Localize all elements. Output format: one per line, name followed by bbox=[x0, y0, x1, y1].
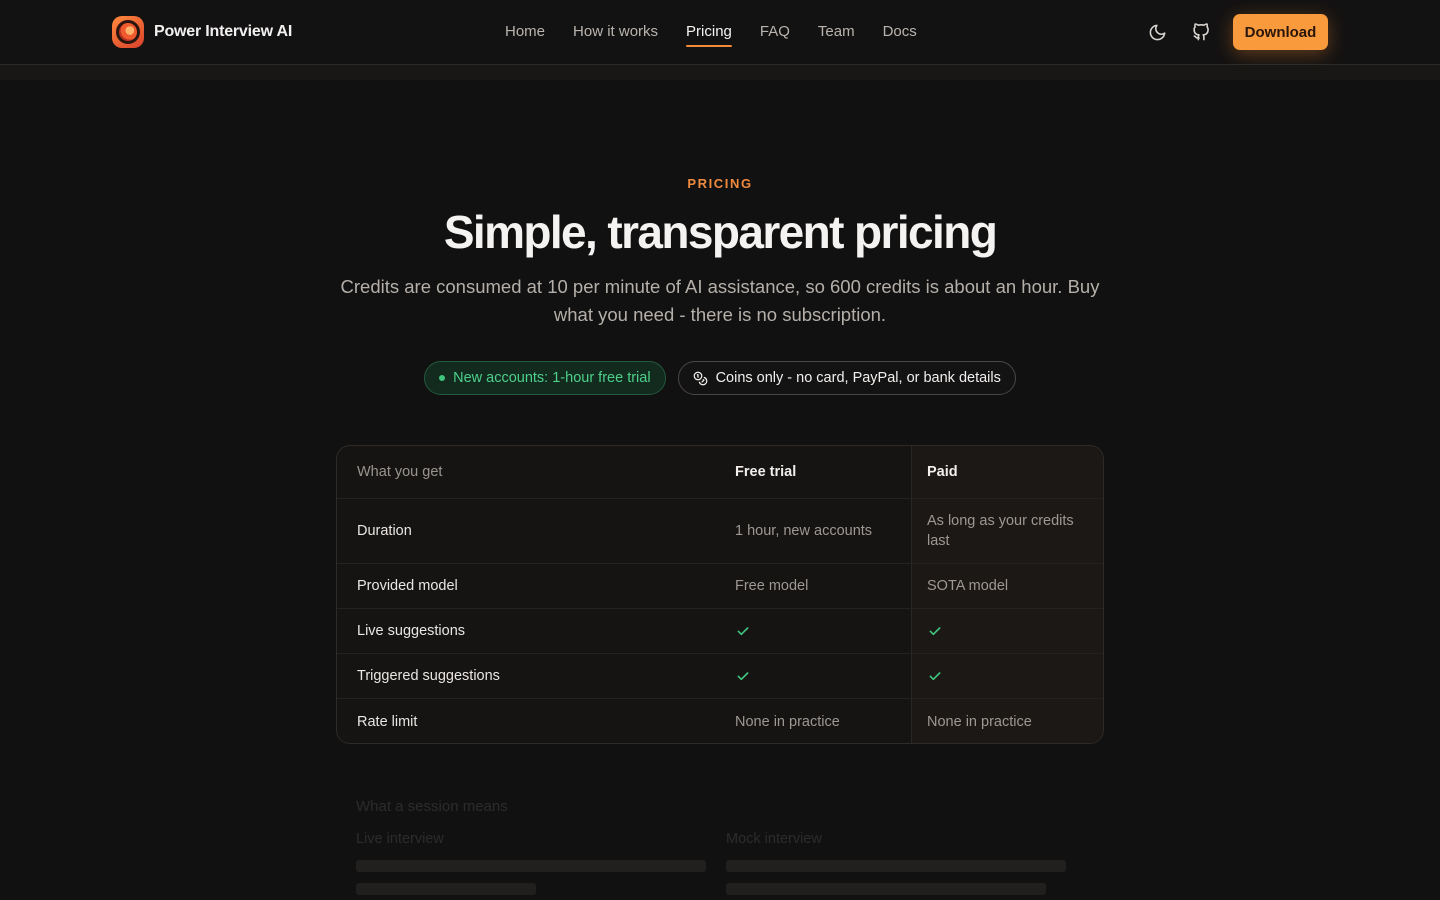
section-eyebrow: PRICING bbox=[687, 176, 753, 191]
mock-interview-heading: Mock interview bbox=[726, 831, 822, 847]
table-row: Provided model Free model SOTA model bbox=[337, 564, 1103, 609]
status-dot-icon bbox=[439, 375, 446, 381]
nav-pricing[interactable]: Pricing bbox=[686, 21, 732, 47]
free-value bbox=[735, 609, 905, 653]
moon-icon bbox=[1149, 24, 1165, 40]
coins-only-pill-label: Coins only - no card, PayPal, or bank de… bbox=[715, 370, 1001, 386]
brand-name: Power Interview AI bbox=[154, 23, 293, 40]
table-row: Live suggestions bbox=[337, 609, 1103, 654]
brand[interactable]: Power Interview AI bbox=[112, 16, 292, 48]
session-section-title: What a session means bbox=[356, 798, 508, 815]
feature-label: Provided model bbox=[357, 578, 458, 594]
check-icon bbox=[737, 627, 749, 636]
paid-value: None in practice bbox=[927, 713, 1032, 730]
faded-text-line bbox=[726, 883, 1046, 895]
faded-text-line bbox=[356, 883, 536, 895]
theme-toggle-button[interactable] bbox=[1143, 18, 1171, 46]
page-title: Simple, transparent pricing bbox=[443, 206, 998, 258]
free-value bbox=[735, 654, 905, 698]
paid-value: As long as your credits last bbox=[927, 513, 1074, 549]
nav-team[interactable]: Team bbox=[818, 21, 855, 43]
main-menu: Home How it works Pricing FAQ Team Docs bbox=[505, 21, 917, 47]
feature-label: Duration bbox=[357, 523, 412, 539]
free-trial-pill: New accounts: 1-hour free trial bbox=[424, 361, 666, 395]
coins-icon bbox=[693, 371, 707, 385]
table-row: Triggered suggestions bbox=[337, 654, 1103, 699]
nav-docs[interactable]: Docs bbox=[883, 21, 917, 43]
paid-value bbox=[927, 654, 1097, 698]
faded-text-line bbox=[726, 860, 1066, 872]
live-interview-heading: Live interview bbox=[356, 831, 444, 847]
free-trial-pill-label: New accounts: 1-hour free trial bbox=[453, 370, 651, 386]
paid-value: SOTA model bbox=[927, 578, 1009, 594]
github-button[interactable] bbox=[1187, 18, 1215, 46]
faded-text-line bbox=[356, 860, 706, 872]
feature-label: Rate limit bbox=[357, 713, 418, 730]
check-icon bbox=[929, 627, 941, 636]
nav-shadow-strip bbox=[0, 65, 1440, 80]
check-icon bbox=[929, 672, 941, 681]
free-value: None in practice bbox=[735, 713, 840, 730]
page-subtitle: Credits are consumed at 10 per minute of… bbox=[340, 276, 1100, 325]
free-value: Free model bbox=[735, 578, 809, 594]
nav-home[interactable]: Home bbox=[505, 21, 545, 43]
brand-logo-icon bbox=[112, 16, 144, 48]
download-button[interactable]: Download bbox=[1233, 14, 1328, 50]
nav-faq[interactable]: FAQ bbox=[760, 21, 790, 43]
info-pills: New accounts: 1-hour free trial Coins on… bbox=[0, 361, 1440, 395]
feature-label: Live suggestions bbox=[357, 623, 466, 639]
header-what-you-get: What you get bbox=[357, 464, 443, 480]
table-row: Rate limit None in practice None in prac… bbox=[337, 699, 1103, 743]
nav-how-it-works[interactable]: How it works bbox=[573, 21, 658, 43]
github-icon bbox=[1192, 22, 1209, 40]
table-header-row: What you get Free trial Paid bbox=[337, 446, 1103, 499]
check-icon bbox=[737, 672, 749, 681]
feature-label: Triggered suggestions bbox=[357, 668, 500, 684]
pricing-comparison-table: What you get Free trial Paid Duration 1 … bbox=[336, 445, 1104, 744]
header-paid: Paid bbox=[927, 464, 958, 480]
free-value: 1 hour, new accounts bbox=[735, 523, 873, 539]
top-nav: Power Interview AI Home How it works Pri… bbox=[0, 0, 1440, 65]
table-row: Duration 1 hour, new accounts As long as… bbox=[337, 499, 1103, 564]
paid-value bbox=[927, 609, 1097, 653]
header-free-trial: Free trial bbox=[735, 464, 797, 480]
coins-only-pill: Coins only - no card, PayPal, or bank de… bbox=[677, 361, 1016, 395]
